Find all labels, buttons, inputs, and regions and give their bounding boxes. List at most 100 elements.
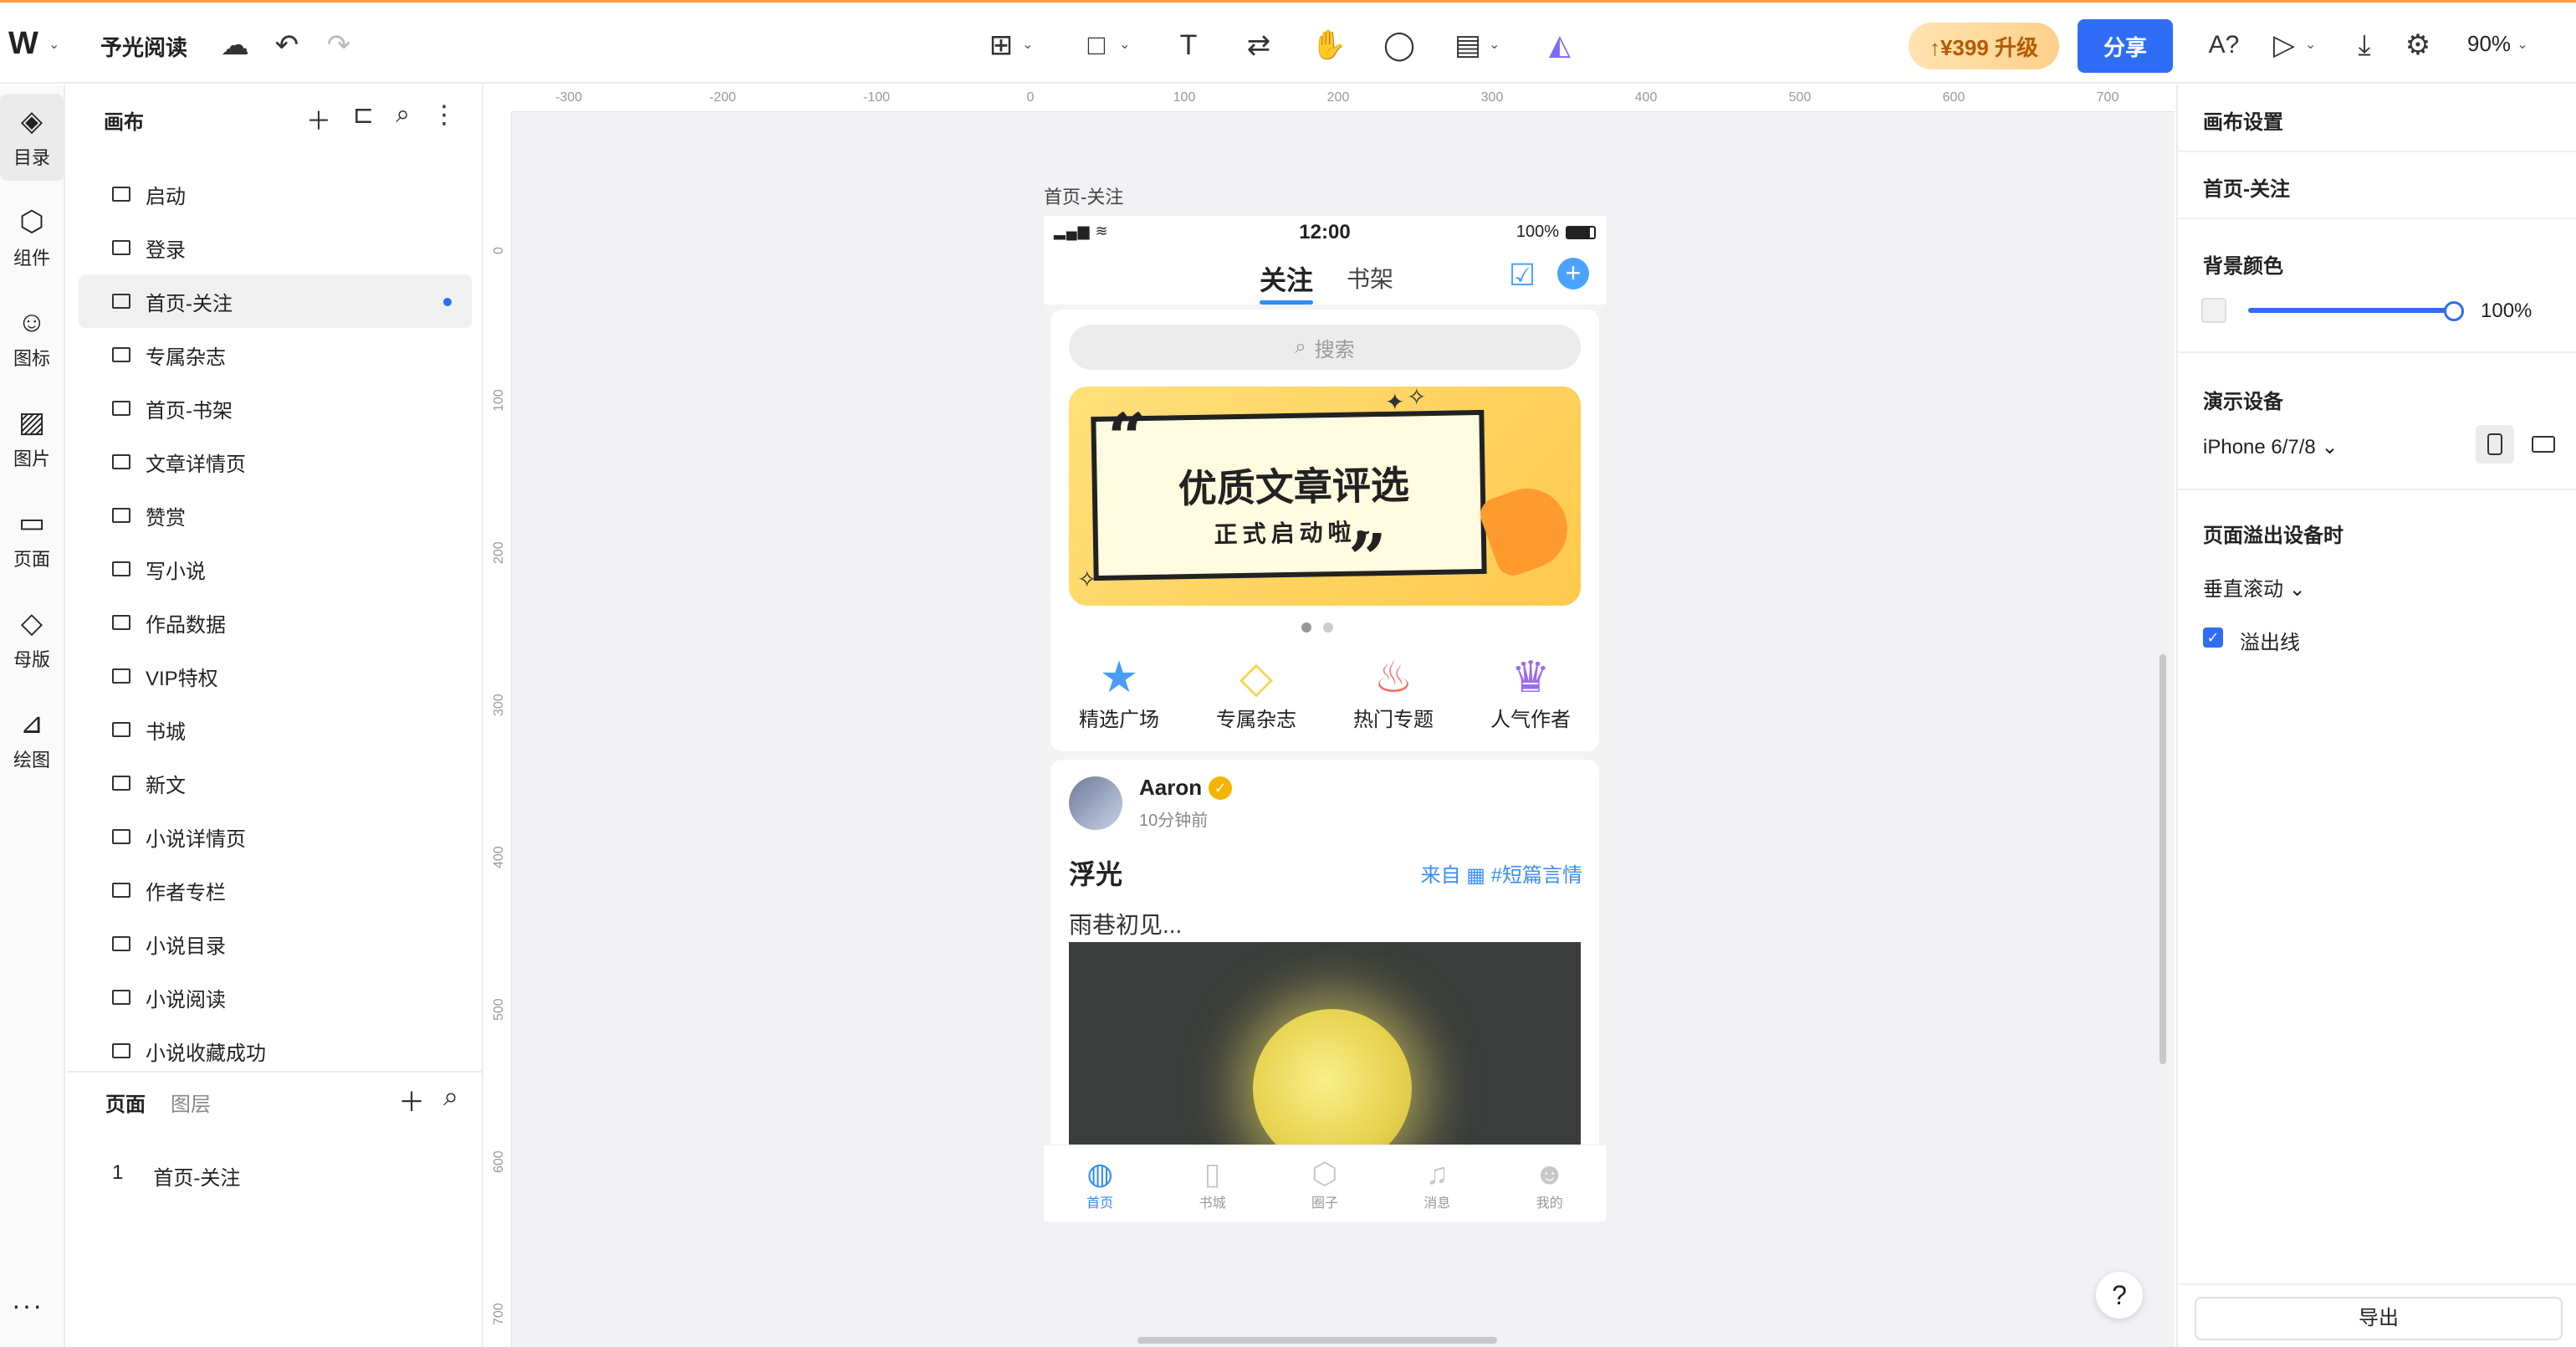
connector-tool-icon[interactable]: ⇄ — [1238, 24, 1280, 66]
app-logo[interactable]: W — [8, 26, 38, 62]
add-post-icon[interactable]: + — [1557, 258, 1589, 289]
add-page-icon[interactable]: ＋ — [306, 100, 331, 137]
tabbar-bookstore[interactable]: ▯ 书城 — [1167, 1145, 1259, 1222]
comment-tool-icon[interactable]: ◯ — [1378, 24, 1420, 66]
calendar-check-icon[interactable]: ☑ — [1509, 258, 1536, 293]
layer-row[interactable]: 1 首页-关注 — [112, 1161, 240, 1191]
rectangle-tool-icon[interactable]: □ — [1076, 24, 1117, 66]
download-icon[interactable]: ⤓ — [2343, 24, 2385, 66]
rectangle-tool-chevron-icon[interactable]: ⌄ — [1119, 36, 1130, 53]
shortcut-magazine[interactable]: ◇ 专属杂志 — [1216, 653, 1296, 732]
more-menu-icon[interactable]: ··· — [12, 1290, 43, 1321]
undo-icon[interactable]: ↶ — [266, 24, 308, 66]
portrait-device-icon[interactable] — [2476, 425, 2514, 464]
page-item[interactable]: 启动 — [79, 167, 472, 221]
upgrade-button[interactable]: ↑¥399 升级 — [1909, 23, 2059, 69]
page-item[interactable]: 作者专栏 — [79, 863, 472, 917]
promo-banner[interactable]: 优质文章评选 正式启动啦~ “ ” ✦ ✧ ✧ — [1069, 387, 1581, 606]
add-folder-icon[interactable]: ⊏ — [353, 100, 374, 137]
export-button[interactable]: 导出 — [2195, 1297, 2563, 1340]
vertical-scrollbar[interactable] — [2159, 654, 2166, 1064]
notes-tool-icon[interactable]: ▤ — [1447, 24, 1489, 66]
page-icon — [112, 1043, 130, 1058]
tab-layers[interactable]: 图层 — [171, 1088, 211, 1117]
page-icon — [112, 347, 130, 362]
bg-opacity-slider[interactable] — [2248, 308, 2456, 313]
design-canvas[interactable]: -300 -200 -100 0 100 200 300 400 500 600… — [485, 85, 2175, 1347]
page-item[interactable]: VIP特权 — [79, 649, 472, 703]
device-select[interactable]: iPhone 6/7/8 ⌄ — [2203, 435, 2338, 459]
ai-tool-icon[interactable]: ◭ — [1539, 24, 1581, 66]
shortcut-popular-authors[interactable]: ♛ 人气作者 — [1490, 653, 1571, 732]
insert-page-chevron-icon[interactable]: ⌄ — [1022, 36, 1033, 53]
cloud-sync-icon[interactable]: ☁ — [214, 24, 256, 66]
page-item[interactable]: 书城 — [79, 703, 472, 756]
hand-tool-icon[interactable]: ✋ — [1308, 24, 1350, 66]
page-item[interactable]: 小说详情页 — [79, 810, 472, 863]
post-title: 浮光 — [1069, 859, 1123, 889]
page-item[interactable]: 小说目录 — [79, 917, 472, 971]
zoom-level[interactable]: 90% ⌄ — [2467, 31, 2528, 57]
insert-page-icon[interactable]: ⊞ — [980, 24, 1022, 66]
rail-item-master[interactable]: ◇ 母版 — [0, 596, 64, 683]
diamond-icon: ◇ — [1239, 653, 1273, 702]
overflow-line-checkbox[interactable]: ✓ — [2203, 627, 2223, 648]
page-item[interactable]: 首页-书架 — [79, 382, 472, 435]
phone-tab-bar: ◍ 首页 ▯ 书城 ⬡ 圈子 ♫ 消息 ☻ 我的 — [1044, 1145, 1606, 1222]
bg-opacity-value[interactable]: 100% — [2481, 300, 2532, 323]
page-item[interactable]: 写小说 — [79, 542, 472, 596]
preview-play-icon[interactable]: ▷ — [2263, 24, 2305, 66]
text-tool-icon[interactable]: T — [1168, 24, 1209, 66]
project-title[interactable]: 予光阅读 — [100, 31, 187, 62]
rail-item-diagram[interactable]: ⊿ 绘图 — [0, 696, 64, 783]
share-button[interactable]: 分享 — [2078, 19, 2173, 73]
tabbar-profile[interactable]: ☻ 我的 — [1504, 1145, 1596, 1222]
tabbar-home[interactable]: ◍ 首页 — [1054, 1145, 1146, 1222]
tab-follow[interactable]: 关注 — [1260, 259, 1314, 305]
tab-pages[interactable]: 页面 — [105, 1088, 146, 1117]
help-button[interactable]: ? — [2096, 1272, 2143, 1319]
rail-item-components[interactable]: ⬡ 组件 — [0, 194, 64, 281]
overflow-select[interactable]: 垂直滚动 ⌄ — [2203, 572, 2306, 602]
search-input[interactable]: ⌕ 搜索 — [1069, 325, 1581, 370]
canvas-settings-panel: 画布设置 首页-关注 背景颜色 100% 演示设备 iPhone 6/7/8 ⌄… — [2176, 85, 2576, 1347]
page-item[interactable]: 小说阅读 — [79, 971, 472, 1024]
landscape-device-icon[interactable] — [2524, 425, 2563, 464]
shortcut-featured[interactable]: ★ 精选广场 — [1079, 653, 1159, 732]
page-item[interactable]: 赞赏 — [79, 489, 472, 542]
add-layer-icon[interactable]: ＋ — [398, 1081, 425, 1119]
layer-search-icon[interactable]: ⌕ — [443, 1081, 458, 1119]
bg-color-swatch[interactable] — [2201, 298, 2226, 323]
page-item[interactable]: 登录 — [79, 221, 472, 274]
notes-tool-chevron-icon[interactable]: ⌄ — [1489, 36, 1500, 53]
logo-menu-chevron-icon[interactable]: ⌄ — [49, 36, 59, 53]
rail-item-catalog[interactable]: ◈ 目录 — [0, 94, 64, 181]
page-item[interactable]: 新文 — [79, 756, 472, 810]
tab-bookshelf[interactable]: 书架 — [1347, 261, 1393, 294]
carousel-dots[interactable] — [1301, 622, 1333, 633]
avatar[interactable] — [1069, 776, 1122, 830]
post-tag[interactable]: 来自 ▦ #短篇言情 — [1421, 858, 1582, 888]
rail-item-pages[interactable]: ▭ 页面 — [0, 495, 64, 582]
page-item[interactable]: 专属杂志 — [79, 328, 472, 382]
horizontal-scrollbar[interactable] — [1137, 1337, 1497, 1344]
more-vertical-icon[interactable]: ⋮ — [432, 100, 457, 137]
font-check-icon[interactable]: A? — [2203, 24, 2245, 66]
page-item-active[interactable]: 首页-关注 — [79, 274, 472, 328]
preview-chevron-icon[interactable]: ⌄ — [2305, 36, 2316, 53]
rail-item-icons[interactable]: ☺ 图标 — [0, 294, 64, 382]
phone-frame[interactable]: ▂▄▆ ≋ 12:00 100% 关注 书架 ☑ + ⌕ 搜索 优质文章评选 正… — [1044, 216, 1606, 1222]
bg-opacity-slider-knob[interactable] — [2444, 301, 2464, 321]
page-item[interactable]: 文章详情页 — [79, 435, 472, 489]
tabbar-messages[interactable]: ♫ 消息 — [1391, 1145, 1483, 1222]
settings-sliders-icon[interactable]: ⚙ — [2397, 24, 2439, 66]
redo-icon[interactable]: ↷ — [318, 24, 360, 66]
frame-label[interactable]: 首页-关注 — [1044, 182, 1123, 209]
tabbar-circle[interactable]: ⬡ 圈子 — [1279, 1145, 1371, 1222]
search-icon[interactable]: ⌕ — [396, 100, 410, 137]
shortcut-hot-topics[interactable]: ♨ 热门专题 — [1353, 653, 1434, 732]
post-author[interactable]: Aaron ✓ — [1139, 775, 1233, 801]
page-item[interactable]: 作品数据 — [79, 596, 472, 649]
rail-item-images[interactable]: ▨ 图片 — [0, 395, 64, 482]
page-item[interactable]: 小说收藏成功 — [79, 1024, 472, 1078]
